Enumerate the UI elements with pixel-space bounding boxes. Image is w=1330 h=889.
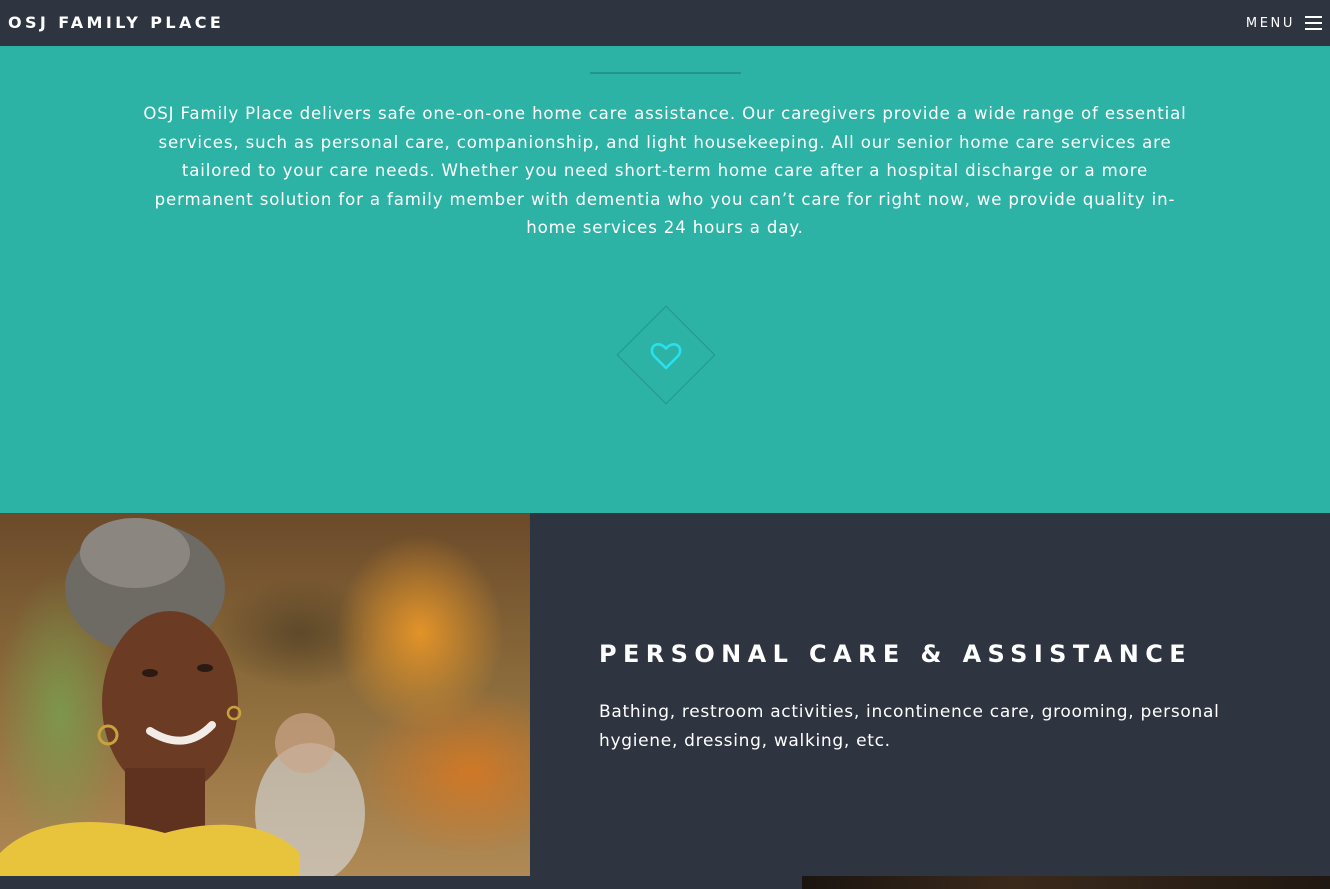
next-section-photo — [802, 876, 1330, 889]
feature-title: PERSONAL CARE & ASSISTANCE — [599, 640, 1193, 668]
next-section-edge — [0, 876, 1330, 889]
senior-woman-image — [0, 518, 365, 876]
menu-button[interactable]: MENU — [1246, 16, 1322, 31]
brand-logo[interactable]: OSJ FAMILY PLACE — [8, 15, 224, 31]
feature-content: PERSONAL CARE & ASSISTANCE Bathing, rest… — [599, 640, 1259, 756]
heart-icon — [650, 343, 682, 370]
menu-label: MENU — [1245, 15, 1295, 31]
hamburger-icon — [1305, 16, 1322, 30]
intro-paragraph: OSJ Family Place delivers safe one-on-on… — [143, 104, 1187, 238]
divider-line — [590, 72, 741, 74]
feature-description: Bathing, restroom activities, incontinen… — [599, 702, 1220, 751]
caregiver-photo — [0, 513, 530, 876]
site-header: OSJ FAMILY PLACE MENU — [0, 0, 1330, 46]
feature-section: PERSONAL CARE & ASSISTANCE Bathing, rest… — [0, 513, 1330, 876]
intro-section: OSJ Family Place delivers safe one-on-on… — [0, 46, 1330, 513]
